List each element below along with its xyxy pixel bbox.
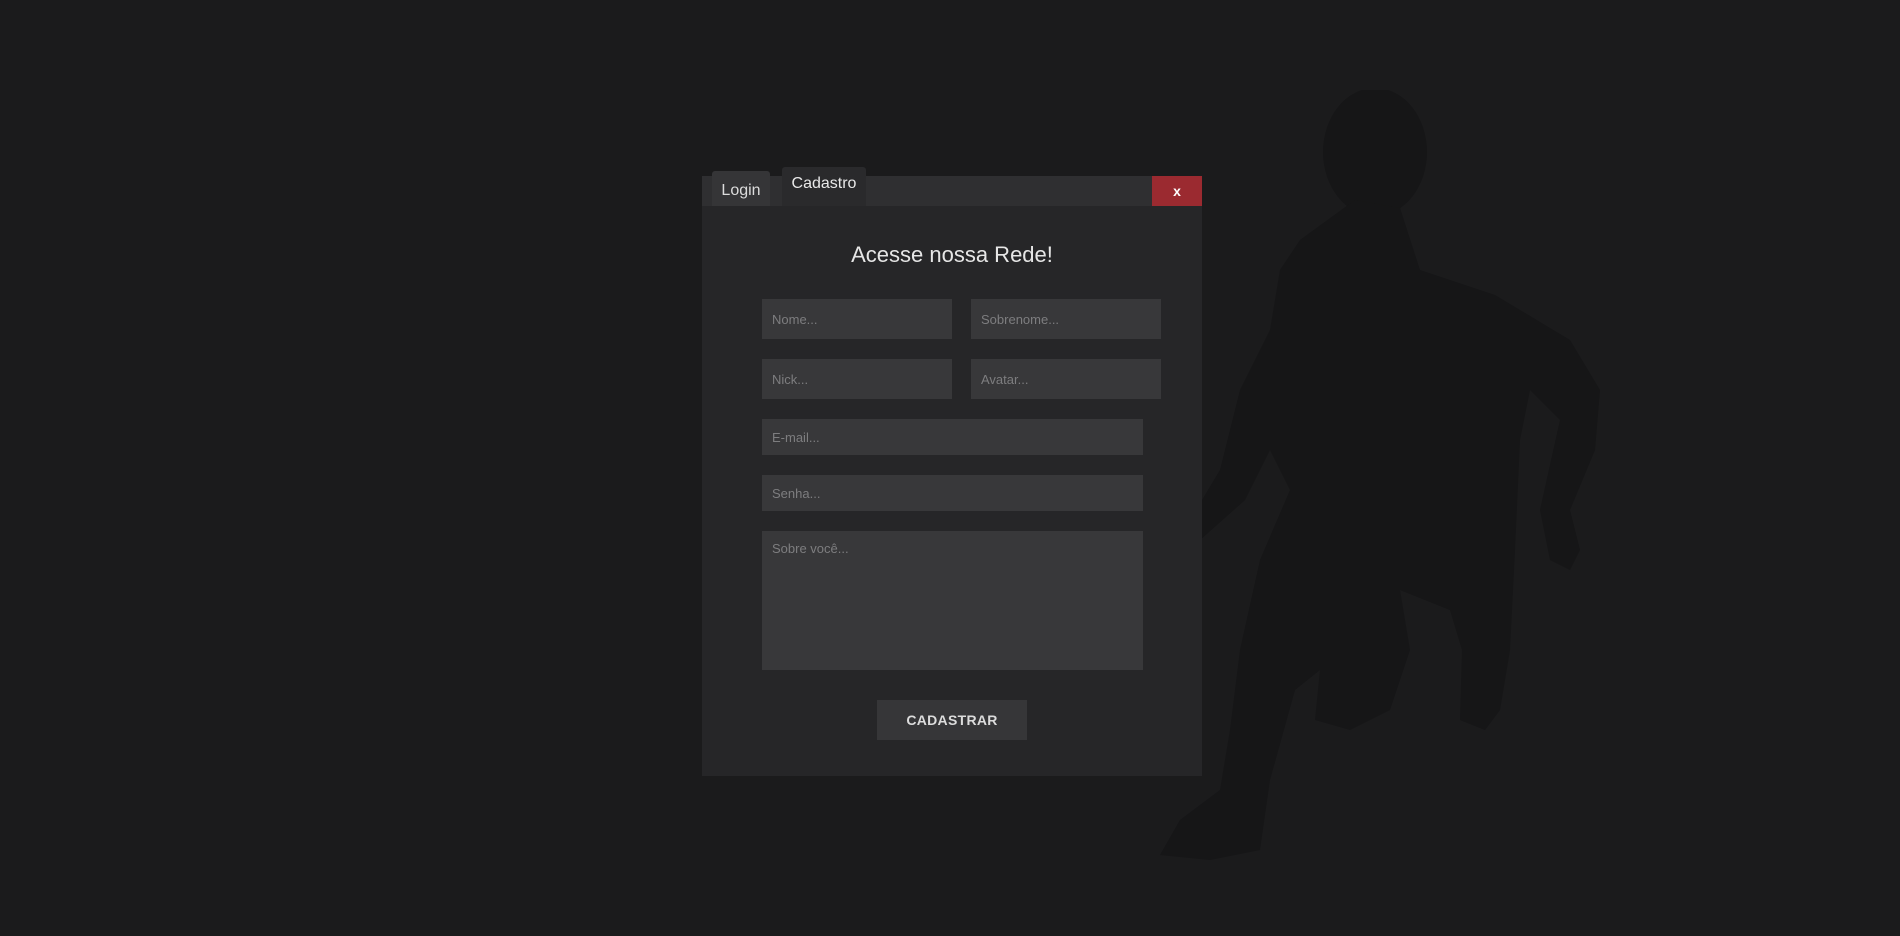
email-input[interactable] (762, 419, 1143, 455)
sobre-textarea[interactable] (762, 531, 1143, 670)
page-background: Login Cadastro x Acesse nossa Rede! CADA… (0, 0, 1900, 936)
signup-dialog: Login Cadastro x Acesse nossa Rede! CADA… (702, 166, 1202, 776)
senha-input[interactable] (762, 475, 1143, 511)
sobrenome-input[interactable] (971, 299, 1161, 339)
signup-panel: Acesse nossa Rede! CADASTRAR (702, 206, 1202, 776)
tab-login[interactable]: Login (712, 171, 770, 206)
cadastrar-button[interactable]: CADASTRAR (877, 700, 1027, 740)
form-title: Acesse nossa Rede! (851, 242, 1053, 267)
tab-login-label: Login (721, 181, 761, 199)
tab-bar (702, 176, 1202, 206)
tab-cadastro-label: Cadastro (791, 174, 857, 192)
nick-input[interactable] (762, 359, 952, 399)
person-silhouette-icon (1160, 90, 1600, 860)
close-button[interactable]: x (1152, 176, 1202, 206)
nome-input[interactable] (762, 299, 952, 339)
close-icon: x (1173, 183, 1181, 199)
avatar-input[interactable] (971, 359, 1161, 399)
tab-cadastro[interactable]: Cadastro (782, 167, 866, 206)
